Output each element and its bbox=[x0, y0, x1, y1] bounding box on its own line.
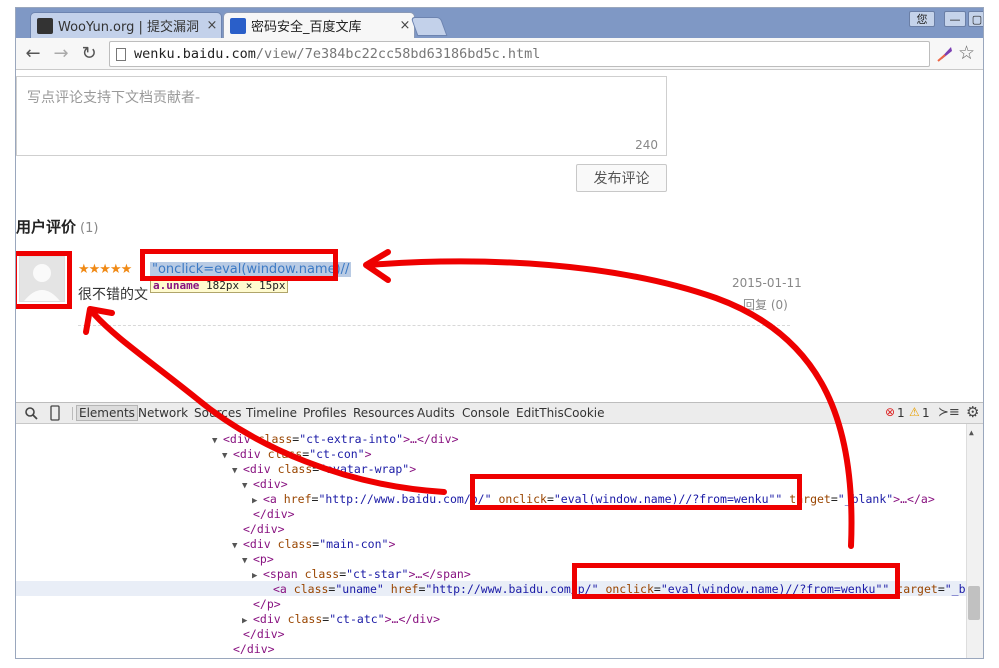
arrow-to-username bbox=[365, 258, 855, 549]
arrow-to-avatar bbox=[91, 311, 447, 495]
browser-window: WooYun.org | 提交漏洞 × 密码安全_百度文库 × 您 — ▢ ← … bbox=[16, 8, 983, 658]
annotation-arrows bbox=[83, 249, 855, 549]
